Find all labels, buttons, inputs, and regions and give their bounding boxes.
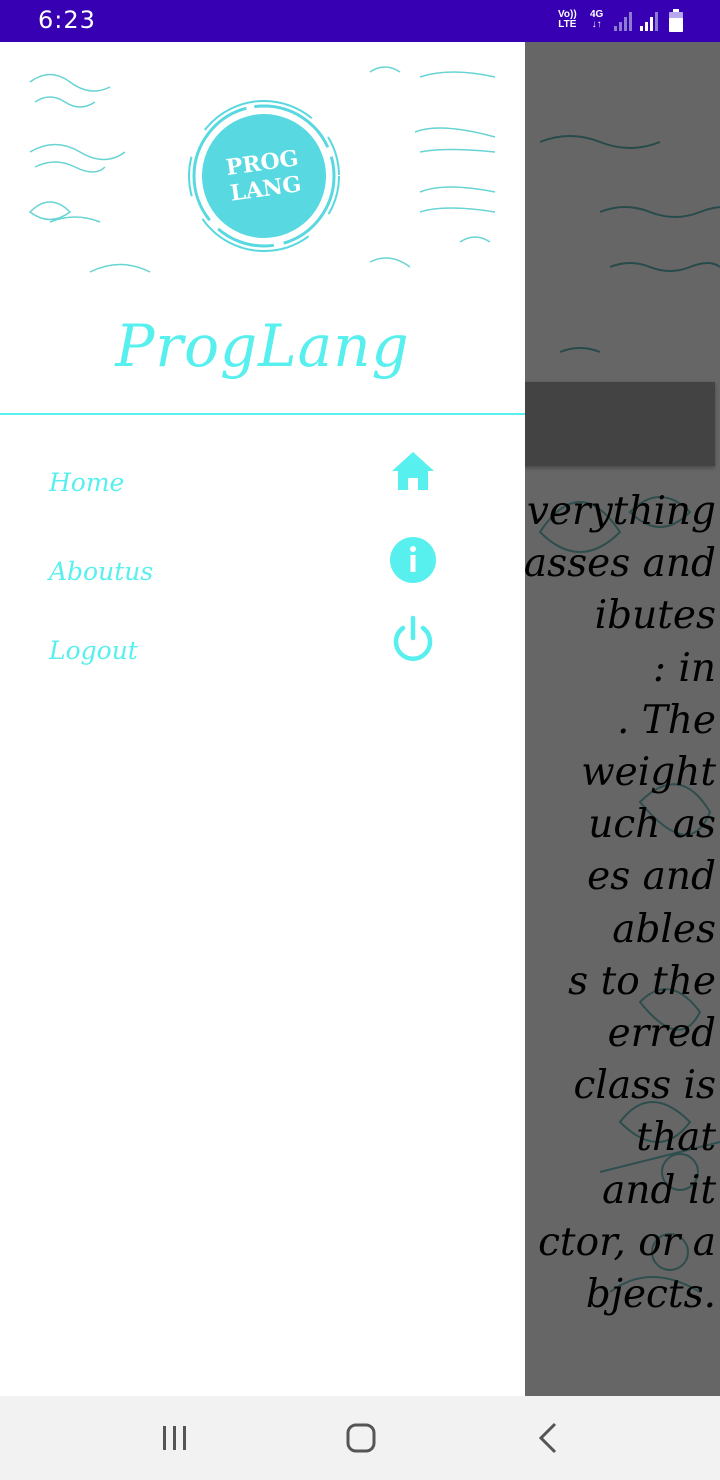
home-icon [392,452,434,490]
menu-label-home: Home [49,468,125,497]
drawer-header: PROG LANG ProgLang [0,42,525,414]
system-nav-bar [0,1396,720,1480]
navigation-drawer: PROG LANG ProgLang Home Aboutus Logout [0,42,525,1396]
menu-item-home[interactable]: Home [0,446,525,525]
menu-item-aboutus[interactable]: Aboutus [0,535,525,614]
logo-text: PROG LANG [178,90,350,262]
data-arrows-icon: ↓↑ [591,19,602,30]
battery-icon [669,9,683,32]
status-bar: 6:23 Vo)) LTE 4G ↓↑ [0,0,720,42]
menu-item-logout[interactable]: Logout [0,614,525,693]
power-icon [393,615,433,661]
network-indicator: 4G ↓↑ [590,10,603,30]
brand-title: ProgLang [115,312,410,380]
volte-indicator: Vo)) LTE [558,10,577,30]
home-button-icon[interactable] [341,1418,381,1458]
menu-label-logout: Logout [49,636,138,665]
app-logo: PROG LANG [188,100,340,252]
header-divider [0,413,525,415]
lte-label: LTE [558,19,577,30]
info-icon [390,537,436,583]
menu-label-aboutus: Aboutus [49,557,154,586]
recent-apps-icon[interactable] [155,1418,195,1458]
status-time: 6:23 [38,6,96,34]
signal-strength-icon-2 [640,12,658,31]
back-icon[interactable] [529,1418,569,1458]
signal-strength-icon-1 [614,12,632,31]
